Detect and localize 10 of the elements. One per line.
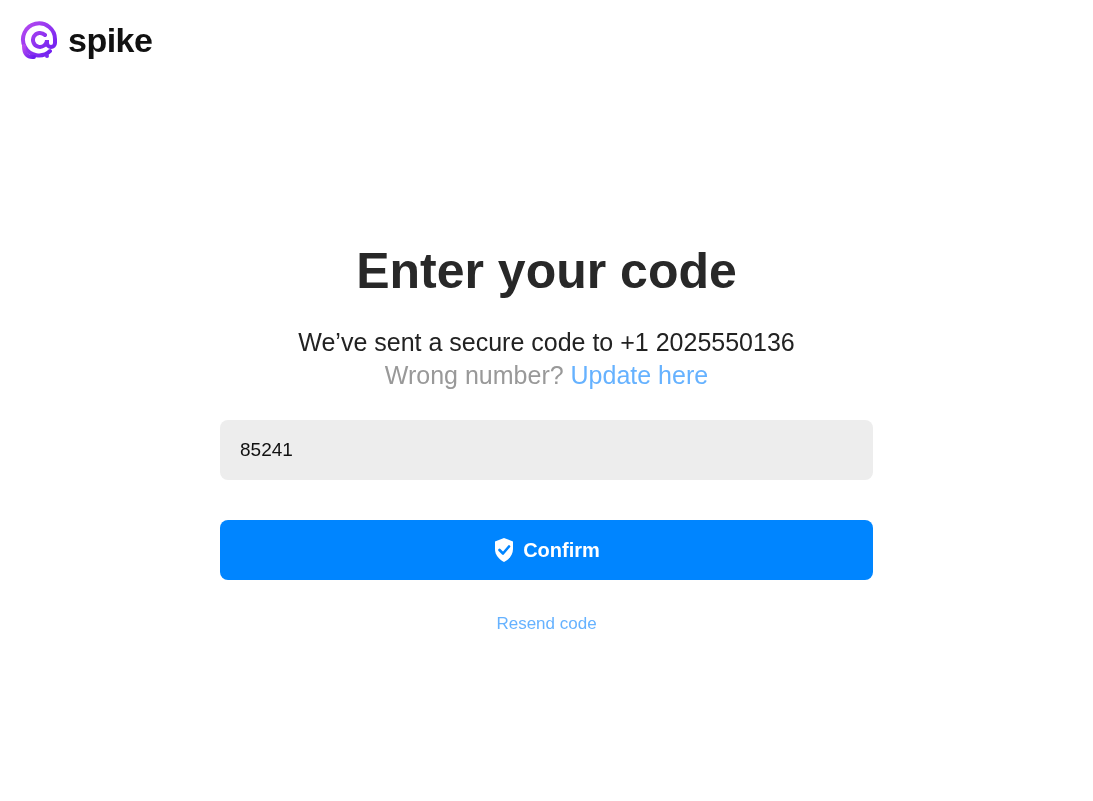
sent-message: We’ve sent a secure code to +1 2025550136 <box>298 328 795 357</box>
logo-text: spike <box>68 20 153 60</box>
update-link[interactable]: Update here <box>570 361 709 389</box>
resend-code-link[interactable]: Resend code <box>496 614 597 634</box>
logo-icon <box>20 20 60 60</box>
code-field[interactable]: 85241 <box>220 420 873 480</box>
page-heading: Enter your code <box>356 242 737 300</box>
confirm-button[interactable]: Confirm <box>220 520 873 580</box>
shield-check-icon <box>493 537 516 563</box>
wrong-number-text: Wrong number? <box>384 361 564 389</box>
